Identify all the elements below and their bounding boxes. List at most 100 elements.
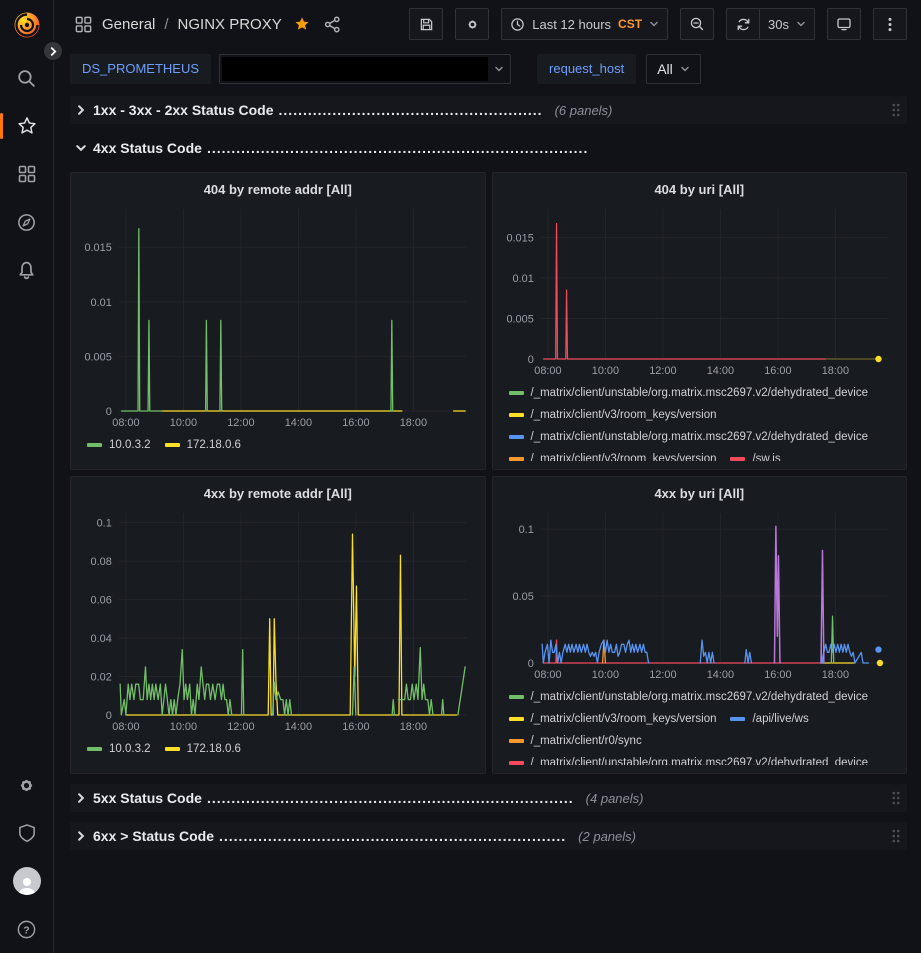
svg-text:18:00: 18:00 — [821, 365, 848, 377]
row-title-dots: ........................................… — [207, 790, 574, 806]
share-button[interactable] — [322, 16, 343, 33]
time-range-picker[interactable]: Last 12 hours CST — [501, 8, 668, 40]
dashboards-grid-icon — [17, 164, 37, 184]
legend-item[interactable]: /sw.js — [730, 448, 780, 461]
sidebar-expand-button[interactable] — [42, 40, 64, 62]
chevron-down-icon — [76, 143, 86, 153]
legend-item[interactable]: 172.18.0.6 — [165, 434, 241, 456]
legend-series-label: 10.0.3.2 — [109, 439, 151, 451]
dashboard-settings-button[interactable] — [455, 8, 489, 40]
svg-text:?: ? — [23, 924, 29, 936]
grafana-logo[interactable] — [12, 10, 42, 40]
redacted-value — [222, 57, 488, 81]
sidebar-item-help[interactable]: ? — [0, 905, 54, 953]
save-icon — [419, 17, 434, 32]
svg-text:10:00: 10:00 — [170, 417, 197, 429]
svg-text:12:00: 12:00 — [649, 669, 676, 681]
panel-legend: 10.0.3.2 172.18.0.6 — [79, 738, 477, 765]
panel-legend: /_matrix/client/unstable/org.matrix.msc2… — [501, 686, 899, 765]
row-title: 6xx > Status Code — [93, 828, 214, 844]
favorite-star-button[interactable] — [291, 15, 313, 33]
row-header-4xx[interactable]: 4xx Status Code ........................… — [70, 134, 907, 162]
row-header-1xx-3xx-2xx[interactable]: 1xx - 3xx - 2xx Status Code ............… — [70, 96, 907, 124]
breadcrumb-folder[interactable]: General — [102, 16, 155, 33]
legend-series-swatch — [730, 717, 745, 721]
legend-item[interactable]: 10.0.3.2 — [87, 738, 151, 760]
time-series-chart[interactable]: 00.020.040.060.080.108:0010:0012:0014:00… — [79, 505, 477, 735]
row-drag-handle[interactable] — [891, 790, 901, 806]
legend-item[interactable]: /api/live/ws — [730, 708, 808, 730]
svg-text:08:00: 08:00 — [112, 721, 139, 733]
zoom-out-time-button[interactable] — [680, 8, 714, 40]
legend-series-swatch — [509, 695, 524, 699]
legend-item[interactable]: /_matrix/client/unstable/org.matrix.msc2… — [509, 686, 869, 708]
time-series-chart[interactable]: 00.0050.010.01508:0010:0012:0014:0016:00… — [501, 201, 899, 379]
sidebar-item-server-admin[interactable] — [0, 809, 54, 857]
svg-text:0.015: 0.015 — [84, 242, 111, 254]
legend-series-swatch — [730, 457, 745, 461]
legend-series-label: /_matrix/client/v3/room_keys/version — [531, 453, 717, 461]
sidebar-item-starred[interactable] — [0, 102, 54, 150]
svg-text:08:00: 08:00 — [112, 417, 139, 429]
svg-text:0: 0 — [527, 658, 533, 670]
legend-series-swatch — [509, 457, 524, 461]
refresh-interval-label: 30s — [768, 17, 789, 32]
svg-text:0.005: 0.005 — [84, 351, 111, 363]
svg-text:0.08: 0.08 — [91, 556, 112, 568]
row-drag-handle[interactable] — [891, 828, 901, 844]
panel-title[interactable]: 4xx by remote addr [All] — [79, 483, 477, 505]
variable-value-datasource[interactable] — [219, 54, 511, 84]
sidebar-item-dashboards[interactable] — [0, 150, 54, 198]
panel-title[interactable]: 404 by uri [All] — [501, 179, 899, 201]
legend-item[interactable]: /_matrix/client/v3/room_keys/version — [509, 404, 717, 426]
chevron-down-icon — [649, 19, 659, 29]
legend-item[interactable]: /_matrix/client/r0/sync — [509, 730, 642, 752]
time-series-chart[interactable]: 00.0050.010.01508:0010:0012:0014:0016:00… — [79, 201, 477, 431]
legend-item[interactable]: 172.18.0.6 — [165, 738, 241, 760]
more-options-button[interactable] — [873, 8, 907, 40]
legend-series-swatch — [87, 747, 102, 751]
row-drag-handle[interactable] — [891, 102, 901, 118]
row-panel-count: (2 panels) — [578, 829, 636, 844]
sidebar-item-settings[interactable] — [0, 761, 54, 809]
panel-title[interactable]: 4xx by uri [All] — [501, 483, 899, 505]
tv-mode-button[interactable] — [827, 8, 861, 40]
sidebar-item-search[interactable] — [0, 54, 54, 102]
sidebar-item-profile[interactable] — [0, 857, 54, 905]
gear-icon — [16, 775, 37, 796]
panel-legend: 10.0.3.2 172.18.0.6 — [79, 434, 477, 461]
row-header-5xx[interactable]: 5xx Status Code ........................… — [70, 784, 907, 812]
monitor-icon — [836, 16, 852, 32]
sidebar-item-explore[interactable] — [0, 198, 54, 246]
variable-value-request-host[interactable]: All — [646, 54, 701, 84]
row-header-6xx[interactable]: 6xx > Status Code ......................… — [70, 822, 907, 850]
panel-title[interactable]: 404 by remote addr [All] — [79, 179, 477, 201]
avatar — [13, 867, 41, 895]
svg-text:12:00: 12:00 — [227, 417, 254, 429]
legend-item[interactable]: /_matrix/client/unstable/org.matrix.msc2… — [509, 426, 869, 448]
row-panel-count: (6 panels) — [555, 103, 613, 118]
svg-text:14:00: 14:00 — [285, 721, 312, 733]
sidebar-item-alerting[interactable] — [0, 246, 54, 294]
legend-series-label: /_matrix/client/v3/room_keys/version — [531, 409, 717, 421]
legend-series-swatch — [165, 443, 180, 447]
refresh-button[interactable] — [726, 8, 760, 40]
refresh-icon — [736, 17, 751, 32]
legend-item[interactable]: 10.0.3.2 — [87, 434, 151, 456]
page-title: NGINX PROXY — [178, 16, 282, 33]
time-series-chart[interactable]: 00.050.108:0010:0012:0014:0016:0018:00 — [501, 505, 899, 683]
svg-text:14:00: 14:00 — [706, 365, 733, 377]
legend-item[interactable]: /_matrix/client/v3/room_keys/version — [509, 448, 717, 461]
svg-text:0.015: 0.015 — [506, 232, 533, 244]
refresh-interval-picker[interactable]: 30s — [760, 8, 815, 40]
legend-series-label: /_matrix/client/unstable/org.matrix.msc2… — [531, 691, 869, 703]
legend-item[interactable]: /_matrix/client/unstable/org.matrix.msc2… — [509, 382, 869, 404]
legend-item[interactable]: /_matrix/client/unstable/org.matrix.msc2… — [509, 752, 869, 765]
svg-text:14:00: 14:00 — [285, 417, 312, 429]
star-icon — [16, 115, 38, 137]
legend-item[interactable]: /_matrix/client/v3/room_keys/version — [509, 708, 717, 730]
variable-label-datasource: DS_PROMETHEUS — [70, 54, 211, 84]
save-dashboard-button[interactable] — [409, 8, 443, 40]
shield-icon — [17, 823, 37, 844]
row-title: 5xx Status Code — [93, 790, 202, 806]
